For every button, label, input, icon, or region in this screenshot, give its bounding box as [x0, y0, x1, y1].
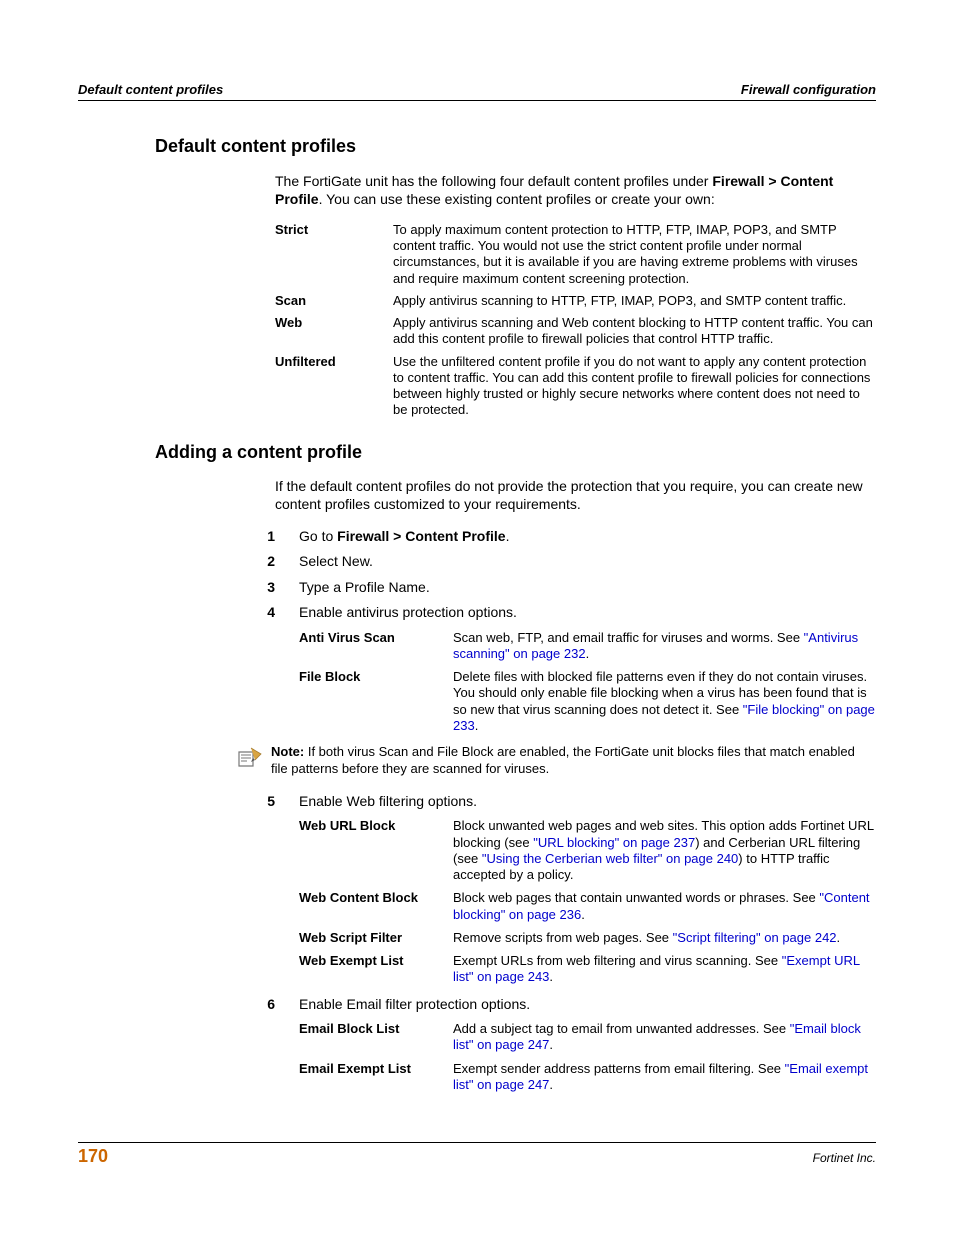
- table-row: Web Content Block Block web pages that c…: [299, 890, 875, 923]
- step-row: 6 Enable Email filter protection options…: [230, 996, 875, 1014]
- page-number: 170: [78, 1146, 108, 1167]
- web-term: Web URL Block: [299, 818, 453, 883]
- section-title-adding: Adding a content profile: [155, 441, 875, 464]
- profile-desc: Apply antivirus scanning and Web content…: [393, 315, 875, 348]
- web-desc: Block unwanted web pages and web sites. …: [453, 818, 875, 883]
- note-body: If both virus Scan and File Block are en…: [271, 744, 855, 776]
- web-options-table: Web URL Block Block unwanted web pages a…: [299, 818, 875, 985]
- header-rule: [78, 100, 876, 101]
- web-term: Web Script Filter: [299, 930, 453, 946]
- email-options-table: Email Block List Add a subject tag to em…: [299, 1021, 875, 1093]
- footer-company: Fortinet Inc.: [813, 1151, 876, 1165]
- note-label: Note:: [271, 744, 304, 759]
- step-number: 6: [230, 996, 299, 1014]
- step1-b: .: [506, 528, 510, 544]
- profile-term-scan: Scan: [275, 293, 393, 309]
- intro-text-b: . You can use these existing content pro…: [319, 191, 715, 207]
- note-text: Note: If both virus Scan and File Block …: [271, 744, 875, 778]
- email-term: Email Exempt List: [299, 1061, 453, 1094]
- table-row: Scan Apply antivirus scanning to HTTP, F…: [275, 293, 875, 309]
- web-term: Web Exempt List: [299, 953, 453, 986]
- step-text: Type a Profile Name.: [299, 579, 875, 597]
- section-title-defaults: Default content profiles: [155, 135, 875, 158]
- profile-desc: Apply antivirus scanning to HTTP, FTP, I…: [393, 293, 875, 309]
- step-row: 5 Enable Web filtering options.: [230, 793, 875, 811]
- email-desc: Exempt sender address patterns from emai…: [453, 1061, 875, 1094]
- email-desc: Add a subject tag to email from unwanted…: [453, 1021, 875, 1054]
- step-text: Enable antivirus protection options.: [299, 604, 875, 622]
- note-block: Note: If both virus Scan and File Block …: [235, 744, 875, 779]
- profile-term-web: Web: [275, 315, 393, 348]
- w2-a: Block web pages that contain unwanted wo…: [453, 890, 819, 905]
- av-desc: Scan web, FTP, and email traffic for vir…: [453, 630, 875, 663]
- table-row: Email Exempt List Exempt sender address …: [299, 1061, 875, 1094]
- av1-b: .: [586, 646, 590, 661]
- step-number: 1: [230, 528, 299, 546]
- table-row: Web URL Block Block unwanted web pages a…: [299, 818, 875, 883]
- step-number: 2: [230, 553, 299, 571]
- w3-a: Remove scripts from web pages. See: [453, 930, 673, 945]
- av-desc: Delete files with blocked file patterns …: [453, 669, 875, 734]
- step-number: 4: [230, 604, 299, 622]
- intro-paragraph-adding: If the default content profiles do not p…: [275, 477, 875, 513]
- profile-desc: To apply maximum content protection to H…: [393, 222, 875, 287]
- av-options-table: Anti Virus Scan Scan web, FTP, and email…: [299, 630, 875, 735]
- page-footer: 170 Fortinet Inc.: [78, 1146, 876, 1167]
- intro-text-a: The FortiGate unit has the following fou…: [275, 173, 712, 189]
- note-icon: [235, 744, 271, 779]
- av1-a: Scan web, FTP, and email traffic for vir…: [453, 630, 804, 645]
- table-row: Web Apply antivirus scanning and Web con…: [275, 315, 875, 348]
- web-desc: Block web pages that contain unwanted wo…: [453, 890, 875, 923]
- table-row: Web Exempt List Exempt URLs from web fil…: [299, 953, 875, 986]
- profile-desc: Use the unfiltered content profile if yo…: [393, 354, 875, 419]
- profile-term-unfiltered: Unfiltered: [275, 354, 393, 419]
- step-row: 3 Type a Profile Name.: [230, 579, 875, 597]
- link-script-filtering[interactable]: "Script filtering" on page 242: [673, 930, 837, 945]
- av2-b: .: [475, 718, 479, 733]
- av-term: Anti Virus Scan: [299, 630, 453, 663]
- step-number: 3: [230, 579, 299, 597]
- web-desc: Remove scripts from web pages. See "Scri…: [453, 930, 875, 946]
- e2-a: Exempt sender address patterns from emai…: [453, 1061, 785, 1076]
- av-term: File Block: [299, 669, 453, 734]
- profile-term-strict: Strict: [275, 222, 393, 287]
- step-text: Go to Firewall > Content Profile.: [299, 528, 875, 546]
- header-left: Default content profiles: [78, 82, 223, 97]
- link-url-blocking[interactable]: "URL blocking" on page 237: [533, 835, 695, 850]
- step-number: 5: [230, 793, 299, 811]
- link-cerberian-filter[interactable]: "Using the Cerberian web filter" on page…: [482, 851, 738, 866]
- w3-b: .: [837, 930, 841, 945]
- page-header: Default content profiles Firewall config…: [78, 82, 876, 97]
- footer-rule: [78, 1142, 876, 1143]
- page-content: Default content profiles The FortiGate u…: [155, 135, 875, 1103]
- step-text: Enable Email filter protection options.: [299, 996, 875, 1014]
- table-row: Unfiltered Use the unfiltered content pr…: [275, 354, 875, 419]
- w4-a: Exempt URLs from web filtering and virus…: [453, 953, 782, 968]
- web-term: Web Content Block: [299, 890, 453, 923]
- step1-path: Firewall > Content Profile: [337, 528, 505, 544]
- table-row: File Block Delete files with blocked fil…: [299, 669, 875, 734]
- e1-b: .: [549, 1037, 553, 1052]
- header-right: Firewall configuration: [741, 82, 876, 97]
- e1-a: Add a subject tag to email from unwanted…: [453, 1021, 790, 1036]
- table-row: Email Block List Add a subject tag to em…: [299, 1021, 875, 1054]
- step-row: 2 Select New.: [230, 553, 875, 571]
- e2-b: .: [549, 1077, 553, 1092]
- w2-b: .: [581, 907, 585, 922]
- step-text: Enable Web filtering options.: [299, 793, 875, 811]
- web-desc: Exempt URLs from web filtering and virus…: [453, 953, 875, 986]
- email-term: Email Block List: [299, 1021, 453, 1054]
- step-row: 1 Go to Firewall > Content Profile.: [230, 528, 875, 546]
- table-row: Anti Virus Scan Scan web, FTP, and email…: [299, 630, 875, 663]
- intro-paragraph-defaults: The FortiGate unit has the following fou…: [275, 172, 875, 208]
- default-profiles-table: Strict To apply maximum content protecti…: [275, 222, 875, 419]
- table-row: Web Script Filter Remove scripts from we…: [299, 930, 875, 946]
- table-row: Strict To apply maximum content protecti…: [275, 222, 875, 287]
- w4-b: .: [549, 969, 553, 984]
- step1-a: Go to: [299, 528, 337, 544]
- step-text: Select New.: [299, 553, 875, 571]
- step-row: 4 Enable antivirus protection options.: [230, 604, 875, 622]
